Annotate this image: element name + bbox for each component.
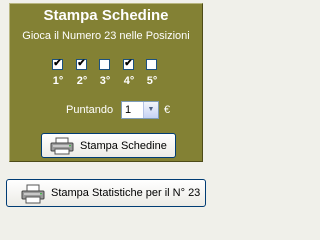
checkbox-position-1[interactable]: ✔ — [52, 58, 63, 70]
printer-icon — [50, 137, 74, 155]
amount-value: 1 — [125, 104, 132, 116]
print-statistics-label: Stampa Statistiche per il N° 23 — [51, 187, 201, 199]
puntando-label: Puntando — [66, 104, 114, 116]
currency-label: € — [164, 104, 171, 116]
check-icon: ✔ — [53, 58, 62, 69]
printer-icon — [21, 184, 45, 204]
print-tickets-label: Stampa Schedine — [80, 140, 167, 152]
chevron-down-icon[interactable]: ▼ — [143, 102, 158, 118]
stampa-schedine-panel: Stampa Schedine Gioca il Numero 23 nelle P… — [9, 3, 203, 162]
check-icon: ✔ — [124, 58, 133, 69]
subtitle-suffix: nelle Posizioni — [119, 30, 190, 42]
position-label-5: 5° — [146, 75, 158, 87]
selected-number: 23 — [104, 30, 117, 42]
position-label-1: 1° — [52, 75, 64, 87]
print-tickets-button[interactable]: Stampa Schedine — [41, 133, 176, 158]
position-label-2: 2° — [76, 75, 88, 87]
subtitle-prefix: Gioca il Numero — [22, 30, 102, 42]
panel-title: Stampa Schedine — [43, 7, 169, 24]
checkbox-position-4[interactable]: ✔ — [123, 58, 134, 70]
checkbox-position-5[interactable] — [146, 59, 157, 70]
position-label-3: 3° — [99, 75, 111, 87]
checkbox-position-3[interactable] — [99, 59, 110, 70]
checkbox-position-2[interactable]: ✔ — [76, 58, 87, 70]
check-icon: ✔ — [77, 58, 86, 69]
amount-select[interactable]: 1 ▼ — [121, 101, 159, 119]
print-statistics-button[interactable]: Stampa Statistiche per il N° 23 — [6, 179, 206, 207]
panel-subtitle: Gioca il Numero 23 nelle Posizioni — [10, 30, 202, 42]
position-label-4: 4° — [123, 75, 135, 87]
